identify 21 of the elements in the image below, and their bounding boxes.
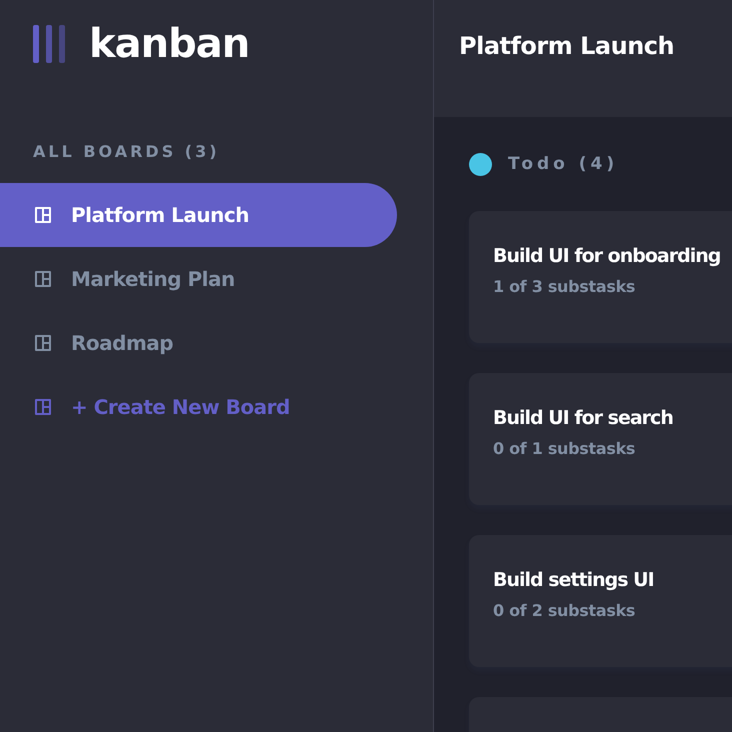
subtask-count: 0 of 2 substasks <box>493 601 636 620</box>
task-title: Build settings UI <box>493 569 655 591</box>
subtask-count: 1 of 3 substasks <box>493 277 636 296</box>
board-icon <box>35 399 51 415</box>
board-item[interactable]: Roadmap <box>0 311 397 375</box>
board-icon <box>35 207 51 223</box>
board-icon <box>35 271 51 287</box>
task-card[interactable]: Build UI for onboarding 1 of 3 substasks <box>469 211 732 343</box>
logo-icon <box>33 25 67 63</box>
task-title: Build UI for search <box>493 407 674 429</box>
task-title: Build UI for onboarding <box>493 245 722 267</box>
logo-text: kanban <box>89 21 250 67</box>
subtask-count: 0 of 1 substasks <box>493 439 636 458</box>
board-item[interactable]: Platform Launch <box>0 183 397 247</box>
board-title: Platform Launch <box>459 32 674 60</box>
task-card[interactable]: Build settings UI 0 of 2 substasks <box>469 535 732 667</box>
board-icon <box>35 335 51 351</box>
boards-heading: ALL BOARDS (3) <box>33 142 221 161</box>
column-title: Todo (4) <box>508 154 618 174</box>
task-card[interactable]: Build UI for search 0 of 1 substasks <box>469 373 732 505</box>
board-item[interactable]: Marketing Plan <box>0 247 397 311</box>
